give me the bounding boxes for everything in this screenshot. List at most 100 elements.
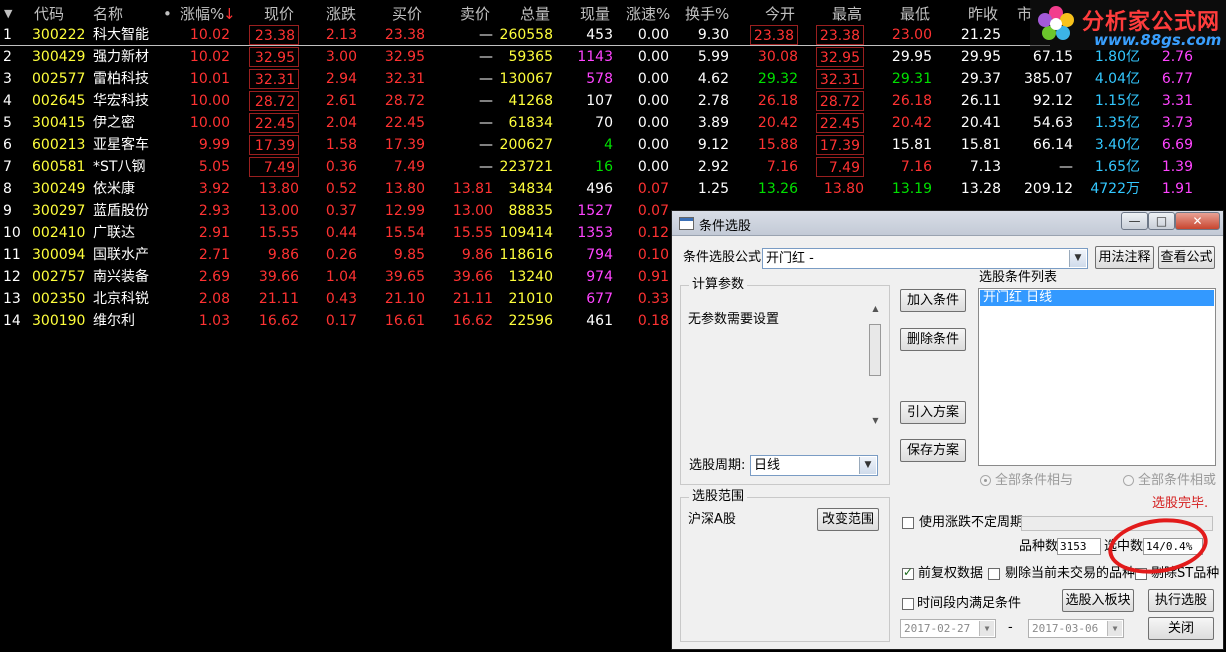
usage-notes-button[interactable]: 用法注释 bbox=[1095, 246, 1154, 269]
add-condition-button[interactable]: 加入条件 bbox=[900, 289, 966, 312]
cell-ask[interactable]: — bbox=[440, 46, 493, 68]
cell-name[interactable]: 依米康 bbox=[93, 178, 163, 200]
cell-name[interactable]: 蓝盾股份 bbox=[93, 200, 163, 222]
cell-ask[interactable]: 13.81 bbox=[440, 178, 493, 200]
cell-speed[interactable]: 0.00 bbox=[616, 112, 669, 134]
cell-cur[interactable]: 1527 bbox=[565, 200, 613, 222]
cell-e3[interactable]: 3.73 bbox=[1140, 112, 1193, 134]
start-date-picker[interactable]: 2017-02-27 ▼ bbox=[900, 619, 996, 638]
cell-e1[interactable]: 385.07 bbox=[1010, 68, 1073, 90]
cell-bid[interactable]: 15.54 bbox=[370, 222, 425, 244]
column-header-turnover[interactable]: 换手% bbox=[685, 3, 729, 25]
cell-vol[interactable]: 223721 bbox=[497, 156, 553, 178]
cell-n[interactable]: 3 bbox=[3, 68, 27, 90]
cell-e2[interactable]: 3.40亿 bbox=[1078, 134, 1140, 156]
cell-cur[interactable]: 496 bbox=[565, 178, 613, 200]
cell-speed[interactable]: 0.91 bbox=[616, 266, 669, 288]
cell-n[interactable]: 2 bbox=[3, 46, 27, 68]
cell-speed[interactable]: 0.07 bbox=[616, 200, 669, 222]
cell-high[interactable]: 7.49 bbox=[816, 157, 864, 177]
cell-price[interactable]: 21.11 bbox=[249, 288, 299, 310]
cell-open[interactable]: 20.42 bbox=[750, 112, 798, 134]
cell-to[interactable]: 4.62 bbox=[676, 68, 729, 90]
cell-name[interactable]: 华宏科技 bbox=[93, 90, 163, 112]
variable-period-checkbox[interactable] bbox=[902, 517, 914, 529]
cell-n[interactable]: 6 bbox=[3, 134, 27, 156]
cell-bid[interactable]: 7.49 bbox=[370, 156, 425, 178]
cell-cur[interactable]: 107 bbox=[565, 90, 613, 112]
cell-cur[interactable]: 1353 bbox=[565, 222, 613, 244]
cell-pct[interactable]: 10.02 bbox=[170, 46, 230, 68]
chevron-down-icon[interactable]: ▼ bbox=[859, 457, 876, 474]
chevron-down-icon[interactable]: ▼ bbox=[1107, 621, 1122, 636]
cell-low[interactable]: 26.18 bbox=[874, 90, 932, 112]
cell-prev[interactable]: 21.25 bbox=[940, 24, 1001, 46]
column-header-bid[interactable]: 买价 bbox=[392, 3, 422, 25]
cell-chg[interactable]: 3.00 bbox=[307, 46, 357, 68]
cell-chg[interactable]: 2.61 bbox=[307, 90, 357, 112]
cell-pct[interactable]: 5.05 bbox=[170, 156, 230, 178]
cell-bid[interactable]: 32.31 bbox=[370, 68, 425, 90]
cell-pct[interactable]: 2.71 bbox=[170, 244, 230, 266]
cell-vol[interactable]: 109414 bbox=[497, 222, 553, 244]
cell-cur[interactable]: 70 bbox=[565, 112, 613, 134]
cell-low[interactable]: 29.31 bbox=[874, 68, 932, 90]
cell-prev[interactable]: 7.13 bbox=[940, 156, 1001, 178]
forward-adjust-checkbox[interactable] bbox=[902, 565, 914, 580]
cell-e1[interactable]: 92.12 bbox=[1010, 90, 1073, 112]
cell-to[interactable]: 5.99 bbox=[676, 46, 729, 68]
cell-to[interactable]: 2.92 bbox=[676, 156, 729, 178]
cell-name[interactable]: 伊之密 bbox=[93, 112, 163, 134]
cell-chg[interactable]: 0.37 bbox=[307, 200, 357, 222]
cell-ask[interactable]: — bbox=[440, 68, 493, 90]
dialog-titlebar[interactable]: 条件选股 — □ ✕ bbox=[672, 211, 1223, 236]
column-header-name[interactable]: 名称 bbox=[93, 3, 123, 25]
cell-ask[interactable]: 21.11 bbox=[440, 288, 493, 310]
cell-ask[interactable]: 39.66 bbox=[440, 266, 493, 288]
cell-low[interactable]: 23.00 bbox=[874, 24, 932, 46]
cell-price[interactable]: 13.80 bbox=[249, 178, 299, 200]
cell-vol[interactable]: 34834 bbox=[497, 178, 553, 200]
cell-prev[interactable]: 29.37 bbox=[940, 68, 1001, 90]
cell-speed[interactable]: 0.07 bbox=[616, 178, 669, 200]
cell-high[interactable]: 23.38 bbox=[816, 25, 864, 45]
cell-bid[interactable]: 39.65 bbox=[370, 266, 425, 288]
column-header-chg[interactable]: 涨跌 bbox=[326, 3, 356, 25]
cell-n[interactable]: 4 bbox=[3, 90, 27, 112]
cell-cur[interactable]: 578 bbox=[565, 68, 613, 90]
cell-pct[interactable]: 10.02 bbox=[170, 24, 230, 46]
cell-name[interactable]: 北京科锐 bbox=[93, 288, 163, 310]
cell-high[interactable]: 32.95 bbox=[816, 47, 864, 67]
sort-desc-icon[interactable]: ↓ bbox=[223, 3, 236, 25]
cell-name[interactable]: *ST八钢 bbox=[93, 156, 163, 178]
cell-open[interactable]: 13.26 bbox=[750, 178, 798, 200]
cell-low[interactable]: 7.16 bbox=[874, 156, 932, 178]
cell-prev[interactable]: 26.11 bbox=[940, 90, 1001, 112]
cell-ask[interactable]: — bbox=[440, 90, 493, 112]
cell-pct[interactable]: 1.03 bbox=[170, 310, 230, 332]
cell-name[interactable]: 科大智能 bbox=[93, 24, 163, 46]
formula-select[interactable]: 开门红 - ▼ bbox=[762, 248, 1088, 269]
cell-bid[interactable]: 32.95 bbox=[370, 46, 425, 68]
cell-bid[interactable]: 13.80 bbox=[370, 178, 425, 200]
cell-e3[interactable]: 1.91 bbox=[1140, 178, 1193, 200]
cell-speed[interactable]: 0.12 bbox=[616, 222, 669, 244]
cell-open[interactable]: 15.88 bbox=[750, 134, 798, 156]
cell-price[interactable]: 15.55 bbox=[249, 222, 299, 244]
period-select[interactable]: 日线 ▼ bbox=[750, 455, 878, 476]
cell-chg[interactable]: 1.04 bbox=[307, 266, 357, 288]
cell-e2[interactable]: 4722万 bbox=[1078, 178, 1140, 200]
cell-n[interactable]: 8 bbox=[3, 178, 27, 200]
maximize-button[interactable]: □ bbox=[1148, 212, 1175, 230]
cell-prev[interactable]: 15.81 bbox=[940, 134, 1001, 156]
column-header-ask[interactable]: 卖价 bbox=[460, 3, 490, 25]
execute-selection-button[interactable]: 执行选股 bbox=[1148, 589, 1214, 612]
cell-ask[interactable]: 15.55 bbox=[440, 222, 493, 244]
cell-price[interactable]: 16.62 bbox=[249, 310, 299, 332]
column-header-vol[interactable]: 总量 bbox=[520, 3, 550, 25]
cell-open[interactable]: 26.18 bbox=[750, 90, 798, 112]
cell-vol[interactable]: 41268 bbox=[497, 90, 553, 112]
cell-chg[interactable]: 0.26 bbox=[307, 244, 357, 266]
cell-open[interactable]: 30.08 bbox=[750, 46, 798, 68]
cell-e2[interactable]: 1.35亿 bbox=[1078, 112, 1140, 134]
